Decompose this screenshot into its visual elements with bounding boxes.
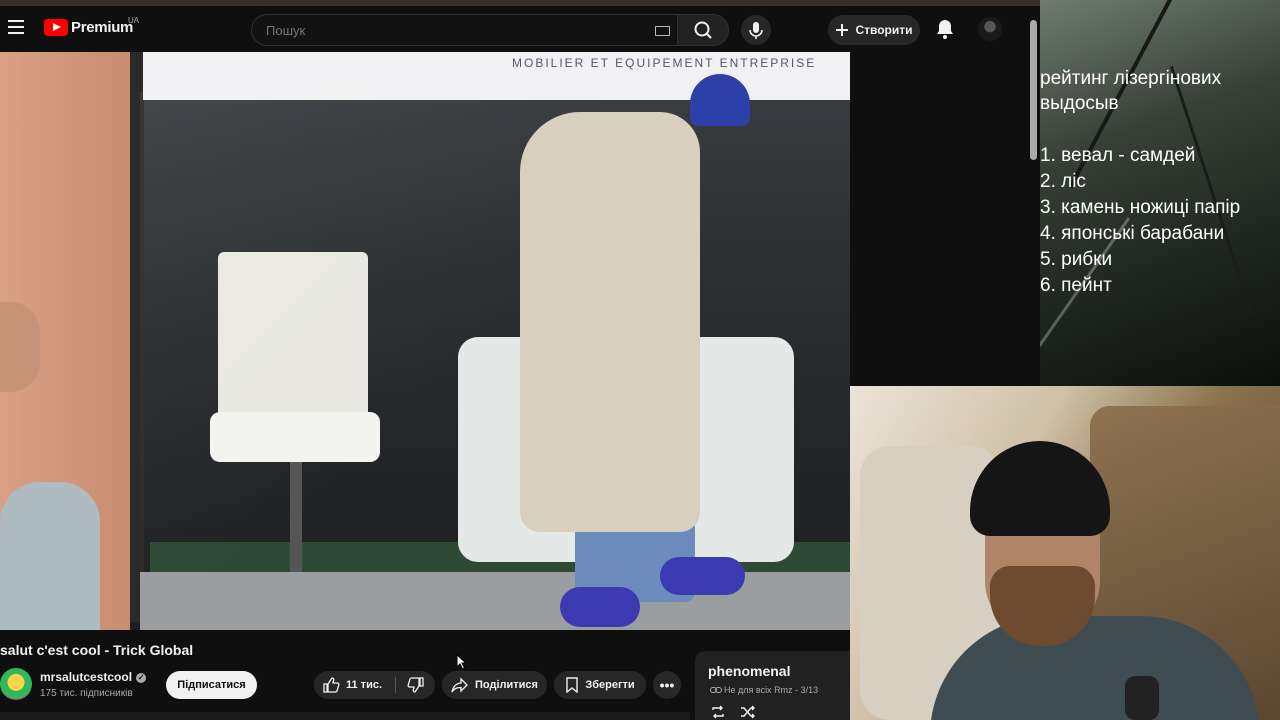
video-person-left-head (0, 302, 40, 392)
voice-search-button[interactable] (741, 15, 771, 45)
like-count: 11 тис. (346, 679, 383, 691)
thumbs-up-icon (323, 677, 340, 693)
share-icon (451, 677, 468, 693)
create-label: Створити (855, 23, 913, 37)
playlist-meta-text: Не для всіх Rmz - 3/13 (724, 685, 819, 695)
bell-icon[interactable] (935, 18, 955, 40)
create-button[interactable]: Створити (828, 15, 920, 45)
webcam-overlay (850, 386, 1280, 720)
like-button[interactable]: 11 тис. (322, 671, 382, 699)
channel-avatar[interactable] (0, 668, 32, 700)
overlay-list-item: 6. пейнт (1040, 275, 1112, 296)
thumbs-down-icon (407, 677, 424, 693)
plus-icon (836, 24, 849, 36)
channel-name-text[interactable]: mrsalutcestcool (40, 670, 132, 684)
playlist-title[interactable]: phenomenal (708, 663, 790, 679)
verified-icon: ✓ (136, 673, 147, 683)
like-dislike-group: 11 тис. (314, 671, 435, 699)
video-glass-reflection (140, 92, 850, 582)
menu-icon[interactable] (8, 20, 24, 34)
video-shoe (560, 587, 640, 627)
share-label: Поділитися (475, 679, 538, 691)
search-button[interactable] (677, 14, 729, 46)
overlay-ranking-list: 1. вевал - самдей 2. ліс 3. камень ножиц… (1040, 143, 1240, 299)
keyboard-icon[interactable] (655, 26, 670, 36)
overlay-list-item: 3. камень ножиці папір (1040, 197, 1241, 218)
video-player[interactable]: MOBILIER ET EQUIPEMENT ENTREPRISE (0, 52, 850, 630)
below-fold-strip (0, 712, 690, 720)
like-divider (395, 677, 396, 693)
search-box[interactable] (251, 14, 679, 46)
mouse-cursor-icon (456, 654, 468, 670)
overlay-list-item: 5. рибки (1040, 249, 1113, 270)
masthead: Premium UA Створити (0, 6, 1040, 52)
overlay-heading: рейтинг лізергінових выдосыв (1040, 68, 1222, 114)
search-input[interactable] (264, 22, 628, 39)
video-title: salut c'est cool - Trick Global (0, 642, 194, 658)
playlist-meta: Не для всіх Rmz - 3/13 (710, 685, 818, 695)
overlay-list-item: 1. вевал - самдей (1040, 145, 1196, 166)
channel-name[interactable]: mrsalutcestcool ✓ (40, 670, 147, 684)
save-button[interactable]: Зберегти (554, 671, 646, 699)
subscribe-button[interactable]: Підписатися (166, 671, 257, 699)
loop-icon[interactable] (710, 705, 726, 719)
youtube-logo[interactable]: Premium UA (44, 16, 139, 36)
logo-text: Premium (71, 19, 134, 36)
more-actions-button[interactable]: ••• (653, 671, 681, 699)
dislike-button[interactable] (404, 671, 428, 699)
account-avatar[interactable] (978, 17, 1002, 41)
youtube-logo-icon (44, 19, 68, 36)
share-button[interactable]: Поділитися (442, 671, 547, 699)
overlay-list-item: 4. японські барабани (1040, 223, 1225, 244)
save-label: Зберегти (585, 679, 635, 691)
store-sign-text: MOBILIER ET EQUIPEMENT ENTREPRISE (512, 56, 817, 70)
search-icon (694, 21, 712, 39)
webcam-microphone (1125, 676, 1159, 720)
bookmark-icon (566, 677, 579, 693)
logo-region: UA (128, 16, 140, 25)
stream-overlay-panel: рейтинг лізергінових выдосыв 1. вевал - … (1040, 0, 1280, 386)
page-scrollbar[interactable] (1030, 20, 1037, 160)
playlist-panel[interactable]: phenomenal Не для всіх Rmz - 3/13 (695, 651, 850, 720)
mic-icon (749, 22, 763, 39)
video-person-left (0, 482, 100, 630)
shuffle-icon[interactable] (740, 705, 756, 719)
unlisted-link-icon (710, 687, 722, 693)
subscriber-count: 175 тис. підписників (40, 688, 133, 699)
overlay-list-item: 2. ліс (1040, 171, 1086, 192)
